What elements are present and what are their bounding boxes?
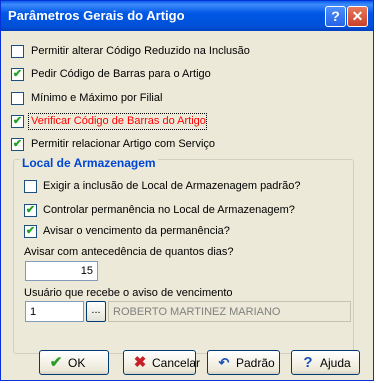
default-button[interactable]: ↶ Padrão — [207, 350, 280, 375]
label-minimo-maximo-filial[interactable]: Mínimo e Máximo por Filial — [31, 92, 162, 104]
ok-button[interactable]: ✔ OK — [39, 350, 109, 375]
checkbox-avisar-vencimento[interactable]: ✔ — [24, 225, 37, 238]
user-name-field — [108, 301, 351, 322]
cancel-button[interactable]: ✖ Cancelar — [123, 350, 200, 375]
dialog-window: Parâmetros Gerais do Artigo ? ✕ Permitir… — [0, 0, 374, 381]
label-exigir-local-padrao[interactable]: Exigir a inclusão de Local de Armazenage… — [43, 180, 300, 192]
help-button-label: Ajuda — [320, 356, 351, 370]
title-bar[interactable]: Parâmetros Gerais do Artigo ? ✕ — [1, 1, 373, 31]
help-button[interactable]: ? Ajuda — [291, 350, 360, 375]
checkbox-relacionar-artigo-servico[interactable]: ✔ — [11, 138, 24, 151]
label-usuario-aviso: Usuário que recebe o aviso de vencimento — [24, 287, 233, 299]
check-icon: ✔ — [25, 204, 36, 216]
check-icon: ✔ — [49, 354, 63, 371]
label-pedir-codigo-barras[interactable]: Pedir Código de Barras para o Artigo — [31, 68, 211, 80]
check-icon: ✔ — [12, 138, 23, 150]
checkbox-controlar-permanencia[interactable]: ✔ — [24, 204, 37, 217]
label-controlar-permanencia[interactable]: Controlar permanência no Local de Armaze… — [43, 204, 295, 216]
check-icon: ✔ — [12, 115, 23, 127]
user-lookup-button[interactable]: ... — [86, 301, 106, 322]
label-avisar-vencimento[interactable]: Avisar o vencimento da permanência? — [43, 225, 230, 237]
checkbox-alterar-codigo-reduzido[interactable] — [11, 45, 24, 58]
check-icon: ✔ — [25, 225, 36, 237]
label-alterar-codigo-reduzido[interactable]: Permitir alterar Código Reduzido na Incl… — [31, 45, 250, 57]
ok-button-label: OK — [68, 356, 86, 370]
dialog-body: Permitir alterar Código Reduzido na Incl… — [4, 31, 370, 378]
label-relacionar-artigo-servico[interactable]: Permitir relacionar Artigo com Serviço — [31, 138, 215, 150]
title-close-button[interactable]: ✕ — [347, 6, 368, 27]
question-icon: ? — [303, 354, 313, 371]
check-icon: ✔ — [12, 68, 23, 80]
user-code-input[interactable] — [25, 301, 84, 322]
title-help-button[interactable]: ? — [325, 6, 346, 27]
checkbox-exigir-local-padrao[interactable] — [24, 180, 37, 193]
checkbox-verificar-codigo-barras[interactable]: ✔ — [11, 115, 24, 128]
x-icon: ✖ — [133, 354, 147, 371]
default-button-label: Padrão — [236, 356, 275, 370]
checkbox-minimo-maximo-filial[interactable] — [11, 92, 24, 105]
window-title: Parâmetros Gerais do Artigo — [8, 8, 185, 23]
button-row: ✔ OK ✖ Cancelar ↶ Padrão ? Ajuda — [4, 346, 370, 378]
days-input[interactable] — [25, 261, 98, 281]
undo-arrow-icon: ↶ — [218, 355, 230, 370]
label-verificar-codigo-barras[interactable]: Verificar Código de Barras do Artigo — [31, 115, 206, 127]
cancel-button-label: Cancelar — [152, 356, 201, 370]
storage-group-title: Local de Armazenagem — [20, 156, 158, 170]
label-dias-antecedencia: Avisar com antecedência de quantos dias? — [24, 246, 234, 258]
checkbox-pedir-codigo-barras[interactable]: ✔ — [11, 68, 24, 81]
